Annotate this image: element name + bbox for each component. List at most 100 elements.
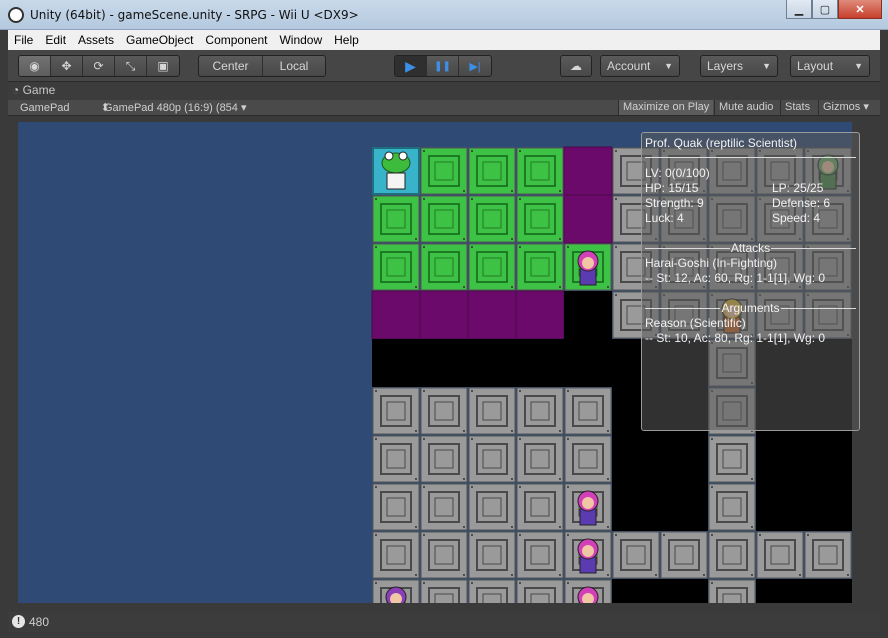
pause-icon: ❚❚: [434, 60, 451, 72]
unit-name: Prof. Quak (reptilic Scientist): [645, 136, 798, 150]
chevron-down-icon: ▼: [854, 61, 863, 71]
void-tile: [420, 339, 468, 387]
mute-audio-toggle[interactable]: Mute audio: [714, 100, 777, 115]
rect-icon[interactable]: ▣: [147, 56, 179, 76]
tile-rivet: [415, 286, 417, 288]
maximize-on-play-toggle[interactable]: Maximize on Play: [618, 100, 714, 115]
enemy-unit-face: [582, 497, 594, 509]
menu-window[interactable]: Window: [273, 30, 328, 50]
step-icon: ▶|: [469, 60, 481, 73]
chevron-down-icon: ▼: [664, 61, 673, 71]
display-label: GamePad: [20, 102, 70, 114]
floor-tile: [564, 435, 612, 483]
tile-rivet: [711, 582, 713, 584]
tile-rivet: [511, 478, 513, 480]
menu-help[interactable]: Help: [328, 30, 365, 50]
rotate-icon[interactable]: ⟳: [83, 56, 115, 76]
stats-toggle[interactable]: Stats: [780, 100, 814, 115]
scale-icon[interactable]: ⤡: [115, 56, 147, 76]
resolution-dropdown[interactable]: GamePad 480p (16:9) (854 ▾: [104, 101, 247, 114]
void-tile: [660, 579, 708, 603]
tile-rivet: [463, 574, 465, 576]
tile-rivet: [559, 526, 561, 528]
tile-rivet: [471, 246, 473, 248]
account-dropdown[interactable]: Account ▼: [600, 55, 680, 77]
floor-tile: [420, 387, 468, 435]
tile-rivet: [751, 574, 753, 576]
void-tile: [804, 579, 852, 603]
enemy-unit-face: [582, 257, 594, 269]
void-tile: [756, 435, 804, 483]
void-tile: [372, 339, 420, 387]
pivot-local-button[interactable]: Local: [263, 56, 325, 76]
floor-tile: [708, 435, 756, 483]
tile-rivet: [471, 438, 473, 440]
move-range-tile: [468, 243, 516, 291]
tile-rivet: [519, 582, 521, 584]
cloud-icon: ☁: [570, 59, 582, 73]
tile-rivet: [615, 198, 617, 200]
tile-rivet: [471, 486, 473, 488]
tile-rivet: [567, 246, 569, 248]
tile-rivet: [511, 286, 513, 288]
tile-rivet: [607, 574, 609, 576]
layout-dropdown[interactable]: Layout ▼: [790, 55, 870, 77]
floor-tile: [420, 435, 468, 483]
floor-tile: [468, 531, 516, 579]
arguments-section-header: Arguments: [645, 301, 856, 316]
tile-rivet: [711, 534, 713, 536]
window-titlebar: Unity (64bit) - gameScene.unity - SRPG -…: [0, 0, 888, 30]
unit-info-panel: Prof. Quak (reptilic Scientist) LV: 0(0/…: [641, 132, 860, 431]
pause-button[interactable]: ❚❚: [427, 56, 459, 76]
menu-component[interactable]: Component: [199, 30, 273, 50]
play-button[interactable]: ▶: [395, 56, 427, 76]
attack-name: Harai-Goshi (In-Fighting): [645, 256, 778, 270]
move-icon[interactable]: ✥: [51, 56, 83, 76]
tile-rivet: [471, 150, 473, 152]
void-tile: [804, 483, 852, 531]
unit-lp: LP: 25/25: [772, 181, 824, 195]
tile-rivet: [567, 534, 569, 536]
minimize-button[interactable]: ▁: [786, 0, 812, 19]
transform-tools: ◉ ✥ ⟳ ⤡ ▣: [18, 55, 180, 77]
arguments-header: Arguments: [721, 301, 780, 315]
game-view-toolbar: GamePad ⬍ GamePad 480p (16:9) (854 ▾ Max…: [8, 100, 880, 116]
menu-edit[interactable]: Edit: [39, 30, 72, 50]
void-tile: [612, 435, 660, 483]
window-controls: ▁ ▢ ✕: [786, 0, 882, 20]
floor-tile: [516, 579, 564, 603]
main-toolbar: ◉ ✥ ⟳ ⤡ ▣ Center Local ▶ ❚❚ ▶| ☁ Account…: [8, 50, 880, 82]
step-button[interactable]: ▶|: [459, 56, 491, 76]
close-button[interactable]: ✕: [838, 0, 882, 19]
tile-rivet: [375, 198, 377, 200]
attack-range-tile: [563, 194, 613, 244]
tab-game[interactable]: ◔ Game: [12, 83, 55, 97]
maximize-button[interactable]: ▢: [812, 0, 838, 19]
menu-assets[interactable]: Assets: [72, 30, 120, 50]
menu-file[interactable]: File: [8, 30, 39, 50]
tile-rivet: [471, 198, 473, 200]
display-dropdown[interactable]: GamePad ⬍: [20, 101, 110, 114]
tile-rivet: [519, 486, 521, 488]
void-tile: [804, 435, 852, 483]
cloud-button[interactable]: ☁: [560, 55, 592, 77]
floor-tile: [708, 579, 756, 603]
tile-rivet: [415, 430, 417, 432]
tile-rivet: [519, 438, 521, 440]
floor-tile: [756, 531, 804, 579]
pivot-local-label: Local: [279, 59, 309, 73]
floor-tile: [516, 387, 564, 435]
floor-tile: [468, 483, 516, 531]
tile-rivet: [423, 150, 425, 152]
tile-rivet: [511, 574, 513, 576]
tile-rivet: [519, 246, 521, 248]
menu-gameobject[interactable]: GameObject: [120, 30, 199, 50]
tile-rivet: [375, 246, 377, 248]
pivot-center-button[interactable]: Center: [199, 56, 263, 76]
argument-name: Reason (Scientific): [645, 316, 746, 330]
tile-rivet: [759, 534, 761, 536]
layers-dropdown[interactable]: Layers ▼: [700, 55, 778, 77]
gizmos-dropdown[interactable]: Gizmos ▾: [818, 100, 873, 115]
eye-icon[interactable]: ◉: [19, 56, 51, 76]
tile-rivet: [423, 390, 425, 392]
